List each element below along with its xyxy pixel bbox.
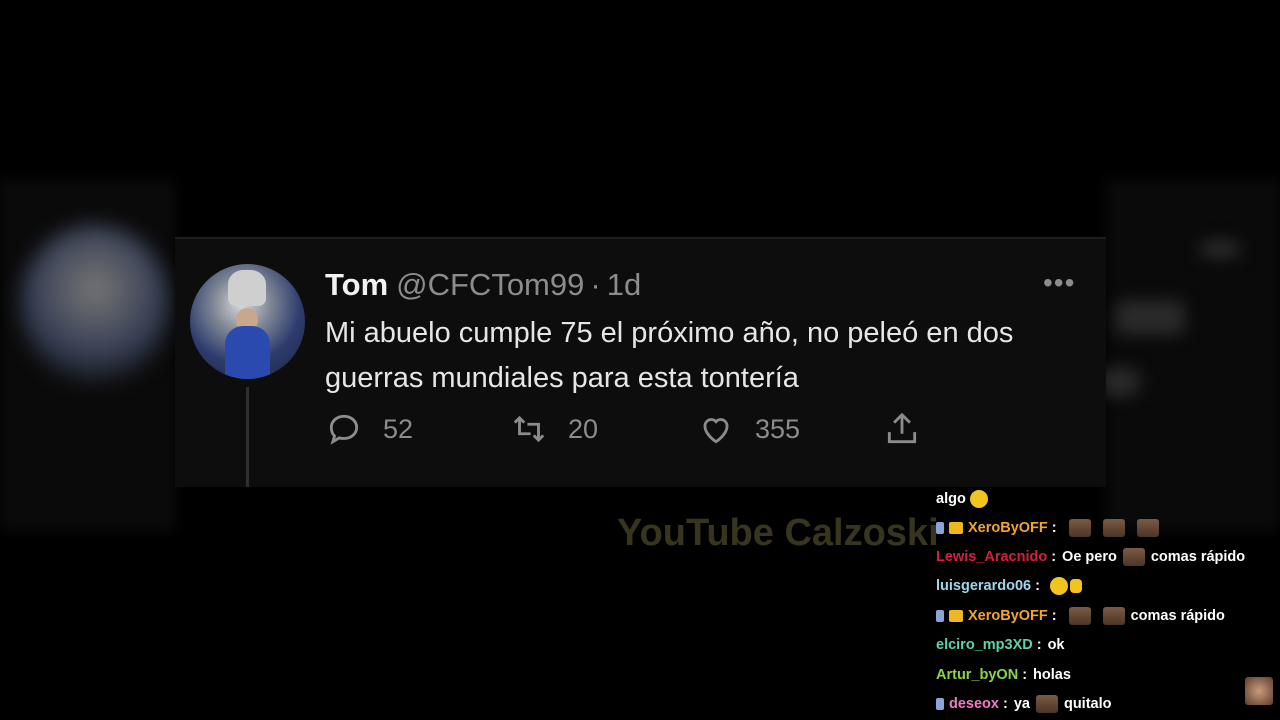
chat-message: elciro_mp3XD : ok (936, 632, 1064, 658)
chat-separator: : (1035, 578, 1040, 594)
chat-username[interactable]: XeroByOFF (968, 520, 1048, 536)
chat-username[interactable]: elciro_mp3XD (936, 637, 1033, 653)
chat-separator: : (1051, 549, 1057, 565)
chat-username[interactable]: deseox (949, 696, 999, 712)
tweet-card[interactable]: Tom @CFCTom99 · 1d ••• Mi abuelo cumple 75 … (175, 237, 1106, 487)
brown-emote-icon (1035, 695, 1058, 713)
blurred-shape (1200, 240, 1240, 258)
avatar[interactable] (190, 264, 305, 379)
brown-emote-icon (1136, 519, 1159, 537)
brown-emote-icon (1102, 607, 1125, 625)
chat-message: XeroByOFF : comas rápido (936, 603, 1225, 629)
chat-message-text: comas rápido (1130, 608, 1225, 624)
brown-emote-icon (1122, 548, 1145, 566)
retweet-icon (513, 415, 545, 443)
chat-message: deseox : ya quitalo (936, 691, 1112, 717)
reply-button[interactable]: 52 (325, 407, 413, 451)
retweet-button[interactable]: 20 (510, 407, 598, 451)
tweet-header: Tom @CFCTom99 · 1d (325, 267, 641, 303)
share-button[interactable] (883, 407, 941, 451)
chat-username[interactable]: XeroByOFF (968, 608, 1048, 624)
chat-username[interactable]: Lewis_Aracnido (936, 549, 1047, 565)
blurred-shape (1115, 300, 1185, 335)
chat-message-text: holas (1033, 667, 1071, 683)
chat-message-text: Oe pero (1062, 549, 1117, 565)
chat-separator: : (1036, 637, 1042, 653)
chat-message: Artur_byON : holas (936, 662, 1071, 688)
thread-line (246, 387, 249, 487)
chat-separator: : (1022, 667, 1028, 683)
chat-message: luisgerardo06 : (936, 573, 1082, 599)
mod-badge-icon (936, 698, 944, 710)
chat-message-text: comas rápido (1150, 549, 1246, 565)
tweet-text: Mi abuelo cumple 75 el próximo año, no p… (325, 317, 1014, 394)
reply-count: 52 (383, 413, 414, 444)
chat-separator: : (1002, 696, 1008, 712)
chat-username[interactable]: luisgerardo06 (936, 578, 1031, 594)
retweet-count: 20 (568, 413, 599, 444)
like-button[interactable]: 355 (697, 407, 800, 451)
crown-badge-icon (949, 522, 963, 534)
face-emote-icon (1049, 577, 1068, 595)
chat-message: Lewis_Aracnido : Oe pero comas rápido (936, 544, 1245, 570)
chat-message: algo (936, 486, 992, 512)
streamer-thumbnail (1245, 677, 1273, 705)
blurred-avatar-image (20, 225, 170, 385)
tweet-actions: 52 20 355 (325, 407, 1085, 451)
heart-icon (703, 418, 729, 444)
share-icon (887, 412, 917, 444)
trophy-shape (228, 270, 266, 306)
smile-emote-icon (969, 490, 988, 508)
watermark-text: YouTube Calzoski (617, 512, 939, 554)
chat-message-text: quitalo (1063, 696, 1112, 712)
display-name[interactable]: Tom (325, 267, 388, 302)
brown-emote-icon (1068, 519, 1091, 537)
tweet-timestamp[interactable]: 1d (607, 267, 641, 302)
mod-badge-icon (936, 610, 944, 622)
blurred-shape (1100, 368, 1140, 396)
avatar-shirt-shape (225, 326, 270, 379)
chat-message: XeroByOFF : (936, 515, 1165, 541)
header-separator: · (590, 267, 601, 302)
chat-message-text: algo (936, 491, 966, 507)
blurred-background-right (1106, 180, 1280, 530)
like-count: 355 (755, 413, 801, 444)
brown-emote-icon (1068, 607, 1091, 625)
chat-message-text: ya (1013, 696, 1030, 712)
more-options-icon[interactable]: ••• (1043, 267, 1075, 299)
mod-badge-icon (936, 522, 944, 534)
crown-badge-icon (949, 610, 963, 622)
reply-icon (329, 414, 359, 445)
hand-emote-icon (1069, 579, 1082, 593)
chat-message-text: ok (1047, 637, 1065, 653)
chat-separator: : (1051, 520, 1057, 536)
brown-emote-icon (1102, 519, 1125, 537)
user-handle[interactable]: @CFCTom99 (396, 267, 584, 302)
chat-username[interactable]: Artur_byON (936, 667, 1018, 683)
chat-separator: : (1051, 608, 1057, 624)
